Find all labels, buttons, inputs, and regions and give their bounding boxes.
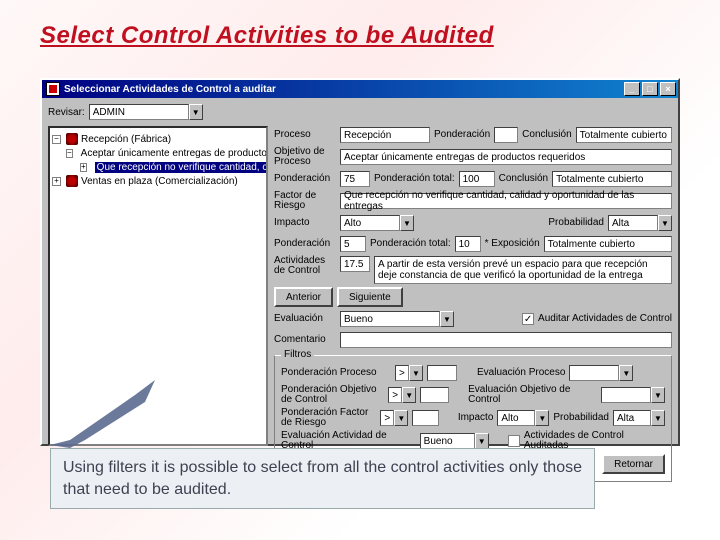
pp-op-select[interactable]: >▼ (395, 365, 423, 381)
eo-select[interactable]: ▼ (601, 387, 665, 403)
activ-num-field[interactable]: 17.5 (340, 256, 370, 272)
expand-icon[interactable]: + (80, 163, 87, 172)
po-label: Ponderación Objetivo de Control (281, 385, 384, 405)
revisar-value: ADMIN (89, 104, 189, 120)
pfr-value-field[interactable] (412, 410, 439, 426)
conclusion-field[interactable]: Totalmente cubierto (576, 127, 672, 143)
pondtotal-label: Ponderación total: (374, 174, 455, 184)
tree-node[interactable]: Ventas en plaza (Comercialización) (81, 176, 238, 187)
pr-select[interactable]: Alta▼ (613, 410, 665, 426)
eval-label: Evaluación (274, 314, 336, 324)
slide-caption: Using filters it is possible to select f… (50, 448, 595, 509)
im-select[interactable]: Alto▼ (497, 410, 549, 426)
ponderacion-field[interactable] (494, 127, 518, 143)
collapse-icon[interactable]: − (66, 149, 73, 158)
eval-select[interactable]: Bueno▼ (340, 311, 454, 327)
pondtot3-field[interactable]: 10 (455, 236, 481, 252)
pondtot3-label: Ponderación total: (370, 239, 451, 249)
maximize-button[interactable]: □ (642, 82, 658, 96)
aca-checkbox[interactable] (508, 435, 520, 447)
activ-label: Actividades de Control (274, 256, 336, 276)
ponderacion-label: Ponderación (434, 130, 490, 140)
anterior-button[interactable]: Anterior (274, 287, 333, 307)
pond3-label: Ponderación (274, 239, 336, 249)
po-op-select[interactable]: >▼ (388, 387, 416, 403)
expand-icon[interactable]: + (52, 177, 61, 186)
chevron-down-icon: ▼ (440, 311, 454, 327)
filtros-label: Filtros (281, 349, 314, 360)
prob-label: Probabilidad (548, 218, 604, 228)
minimize-button[interactable]: _ (624, 82, 640, 96)
chevron-down-icon: ▼ (658, 215, 672, 231)
proceso-label: Proceso (274, 130, 336, 140)
expo-field[interactable]: Totalmente cubierto (544, 236, 672, 252)
close-button[interactable]: × (660, 82, 676, 96)
conclusion2-field[interactable]: Totalmente cubierto (552, 171, 672, 187)
slide-title: Select Control Activities to be Audited (40, 22, 494, 50)
eo-label: Evaluación Objetivo de Control (468, 385, 597, 405)
ponderacion2-field[interactable]: 75 (340, 171, 370, 187)
tree-node[interactable]: Aceptar únicamente entregas de producto (81, 148, 267, 159)
activ-text-field[interactable]: A partir de esta versión prevé un espaci… (374, 256, 672, 284)
impacto-select[interactable]: Alto▼ (340, 215, 414, 231)
chevron-down-icon: ▼ (400, 215, 414, 231)
revisar-label: Revisar: (48, 107, 85, 118)
title-bar[interactable]: Seleccionar Actividades de Control a aud… (42, 80, 678, 98)
window-title: Seleccionar Actividades de Control a aud… (64, 84, 276, 95)
objetivo-field[interactable]: Aceptar únicamente entregas de productos… (340, 149, 672, 165)
chevron-down-icon: ▼ (189, 104, 203, 120)
prob-select[interactable]: Alta▼ (608, 215, 672, 231)
tree-node-selected[interactable]: Que recepción no verifique cantidad, c (95, 162, 268, 173)
details-form: Proceso Recepción Ponderación Conclusión… (274, 126, 672, 482)
process-tree[interactable]: −Recepción (Fábrica) −Aceptar únicamente… (48, 126, 268, 446)
auditar-label: Auditar Actividades de Control (538, 314, 672, 324)
process-icon (66, 175, 78, 187)
conclusion-label: Conclusión (522, 130, 571, 140)
coment-label: Comentario (274, 335, 336, 345)
ep-label: Evaluación Proceso (477, 368, 565, 378)
retornar-button[interactable]: Retornar (602, 454, 665, 474)
factor-label: Factor de Riesgo (274, 191, 336, 211)
ponderacion2-label: Ponderación (274, 174, 336, 184)
pfr-label: Ponderación Factor de Riesgo (281, 408, 376, 428)
po-value-field[interactable] (420, 387, 449, 403)
app-icon (46, 82, 60, 96)
tree-node[interactable]: Recepción (Fábrica) (81, 134, 171, 145)
eac-select[interactable]: Bueno▼ (420, 433, 489, 449)
collapse-icon[interactable]: − (52, 135, 61, 144)
conclusion2-label: Conclusión (499, 174, 548, 184)
pfr-op-select[interactable]: >▼ (380, 410, 408, 426)
pr-label: Probabilidad (553, 413, 609, 423)
impacto-label: Impacto (274, 218, 336, 228)
proceso-field[interactable]: Recepción (340, 127, 430, 143)
pondtotal-field[interactable]: 100 (459, 171, 495, 187)
pp-label: Ponderación Proceso (281, 368, 391, 378)
expo-label: * Exposición (485, 239, 540, 249)
objetivo-label: Objetivo de Proceso (274, 147, 336, 167)
app-window: Seleccionar Actividades de Control a aud… (40, 78, 680, 446)
factor-field[interactable]: Que recepción no verifique cantidad, cal… (340, 193, 672, 209)
process-icon (66, 133, 78, 145)
siguiente-button[interactable]: Siguiente (337, 287, 403, 307)
im-label: Impacto (458, 413, 494, 423)
revisar-select[interactable]: ADMIN ▼ (89, 104, 203, 120)
pond3-field[interactable]: 5 (340, 236, 366, 252)
coment-field[interactable] (340, 332, 672, 348)
ep-select[interactable]: ▼ (569, 365, 633, 381)
auditar-checkbox[interactable]: ✓ (522, 313, 534, 325)
pp-value-field[interactable] (427, 365, 457, 381)
